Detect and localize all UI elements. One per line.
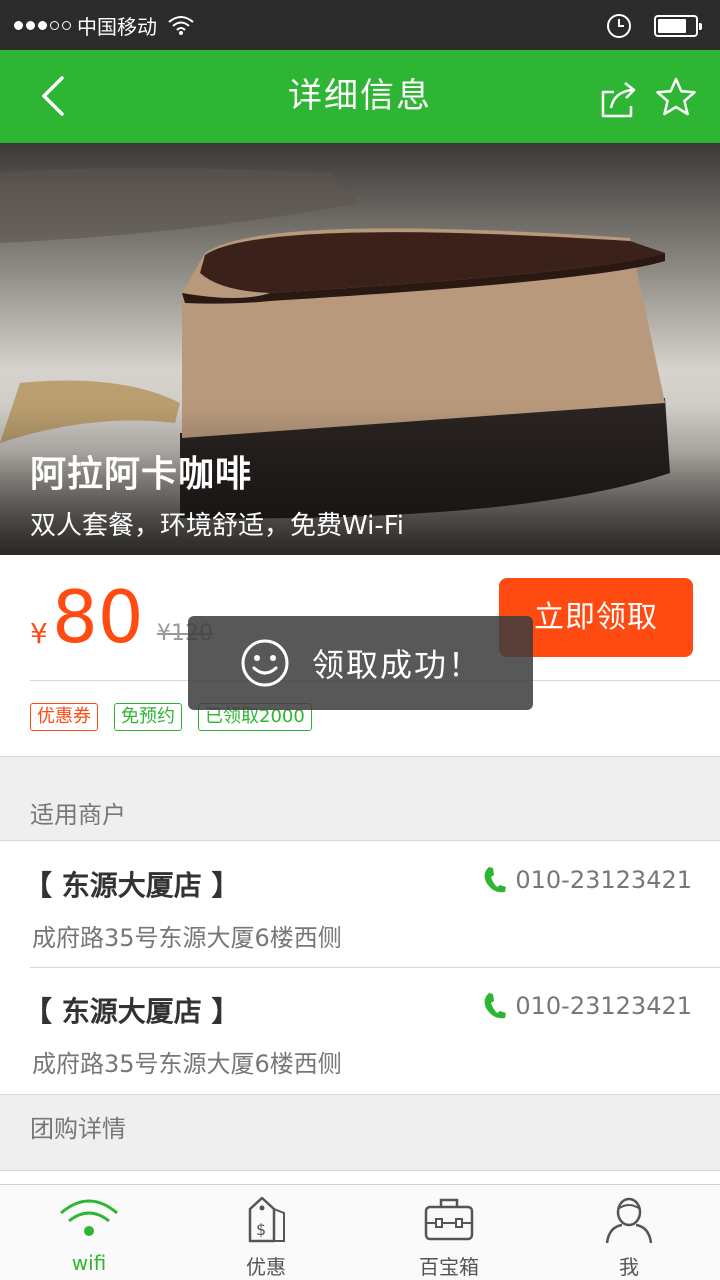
tab-deals[interactable]: $ 优惠 — [206, 1185, 326, 1280]
tab-label: 百宝箱 — [419, 1255, 479, 1279]
merchant-item[interactable]: 【 东源大厦店 】 010-23123421 成府路35号东源大厦6楼西侧 — [0, 968, 720, 1094]
wifi-icon — [60, 1199, 118, 1236]
currency-symbol: ¥ — [30, 617, 48, 650]
merchant-item[interactable]: 【 东源大厦店 】 010-23123421 成府路35号东源大厦6楼西侧 — [0, 842, 720, 968]
merchants-section-header: 适用商户 — [0, 756, 720, 841]
tab-wifi[interactable]: wifi — [29, 1185, 149, 1280]
merchant-phone-link[interactable]: 010-23123421 — [483, 866, 692, 894]
deal-price: 80 — [52, 575, 144, 659]
clock-icon — [607, 14, 631, 38]
phone-number: 010-23123421 — [515, 992, 692, 1020]
status-left: 中国移动 — [14, 10, 195, 40]
signal-strength-icon — [14, 20, 71, 30]
star-icon[interactable] — [655, 76, 697, 118]
bottom-tab-bar: wifi $ 优惠 百宝箱 我 — [0, 1184, 720, 1280]
user-icon — [605, 1197, 653, 1244]
tab-toolbox[interactable]: 百宝箱 — [389, 1185, 509, 1280]
status-right — [606, 12, 702, 40]
phone-icon — [484, 867, 507, 893]
phone-icon — [484, 993, 507, 1019]
wifi-signal-icon — [168, 16, 194, 35]
tag-coupon: 优惠券 — [30, 703, 98, 731]
tab-label: wifi — [71, 1251, 107, 1275]
toast-message: 领取成功！ — [312, 646, 483, 684]
section-title: 适用商户 — [30, 801, 126, 829]
share-icon[interactable] — [598, 78, 640, 120]
hero-banner: 阿拉阿卡咖啡 双人套餐，环境舒适，免费Wi-Fi — [0, 143, 720, 555]
status-bar: 中国移动 — [0, 0, 720, 50]
carrier-name: 中国移动 — [77, 14, 157, 39]
battery-icon — [654, 15, 702, 37]
tag-no-reservation: 免预约 — [114, 703, 182, 731]
price-tag-icon: $ — [248, 1196, 285, 1243]
toolbox-icon — [424, 1198, 474, 1241]
details-section-header: 团购详情 — [0, 1094, 720, 1171]
phone-number: 010-23123421 — [515, 866, 692, 894]
success-toast: 领取成功！ — [188, 616, 533, 710]
tab-label: 优惠 — [246, 1255, 286, 1279]
shop-subtitle: 双人套餐，环境舒适，免费Wi-Fi — [30, 511, 405, 541]
tab-me[interactable]: 我 — [569, 1185, 689, 1280]
merchant-name: 【 东源大厦店 】 — [24, 869, 240, 902]
svg-text:$: $ — [256, 1220, 266, 1239]
back-chevron-icon[interactable] — [32, 74, 76, 118]
shop-title: 阿拉阿卡咖啡 — [30, 454, 253, 495]
navigation-bar: 详细信息 — [0, 50, 720, 143]
merchant-phone-link[interactable]: 010-23123421 — [483, 992, 692, 1020]
section-title: 团购详情 — [30, 1115, 126, 1143]
merchant-address: 成府路35号东源大厦6楼西侧 — [32, 1050, 342, 1078]
merchant-name: 【 东源大厦店 】 — [24, 995, 240, 1028]
merchant-address: 成府路35号东源大厦6楼西侧 — [32, 924, 342, 952]
smile-icon — [241, 639, 289, 687]
tab-label: 我 — [619, 1255, 639, 1279]
